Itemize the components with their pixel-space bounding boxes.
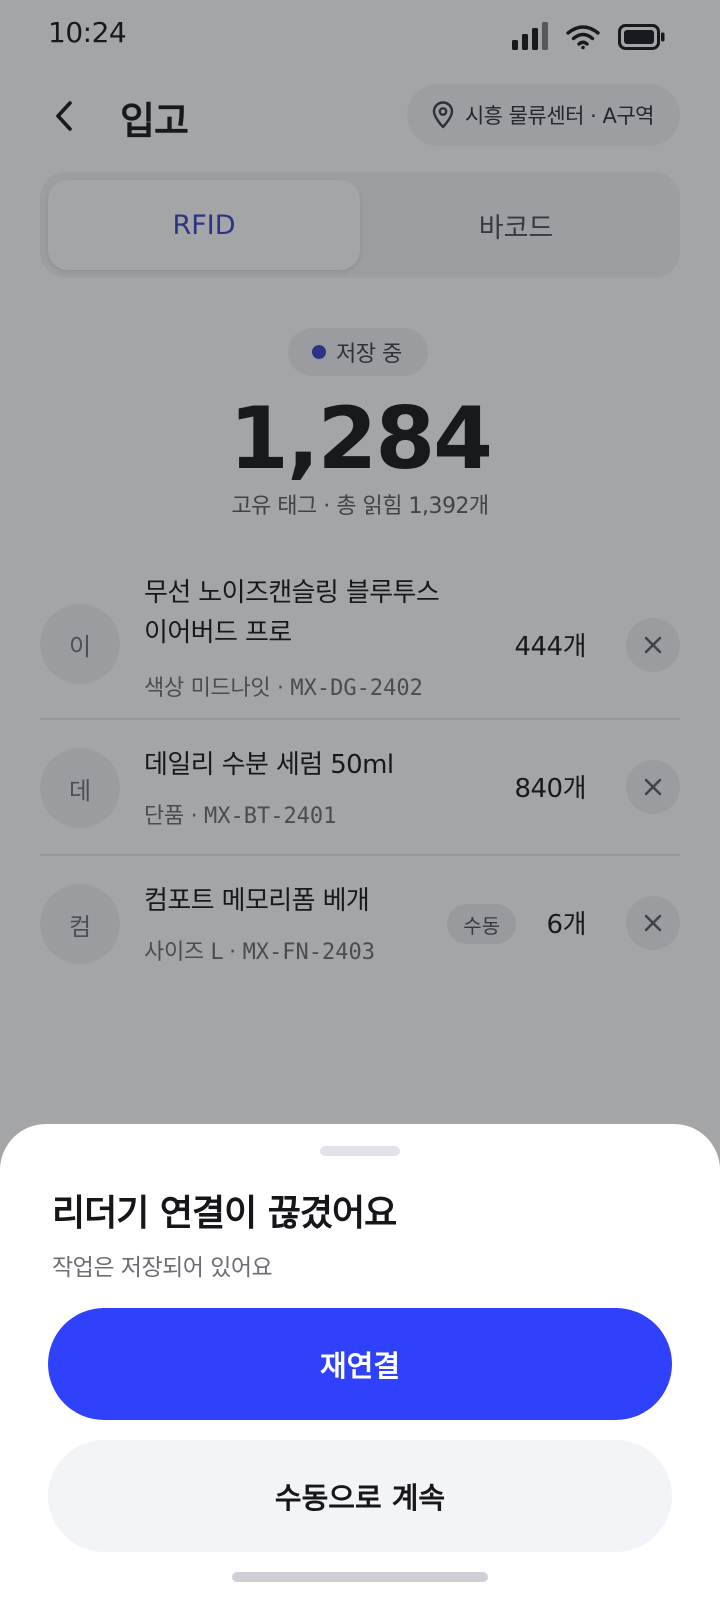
home-indicator (232, 1572, 488, 1582)
reconnect-button[interactable]: 재연결 (48, 1308, 672, 1420)
sheet-title: 리더기 연결이 끊겼어요 (52, 1193, 397, 1234)
sheet-subtitle: 작업은 저장되어 있어요 (52, 1255, 273, 1281)
reader-disconnected-sheet: 리더기 연결이 끊겼어요 작업은 저장되어 있어요 재연결 수동으로 계속 (0, 1124, 720, 1600)
sheet-drag-handle[interactable] (320, 1146, 400, 1156)
screen: 10:24 입고 시흥 물류센터 · A구역 RFID 바코드 저장 중 1,2… (0, 0, 720, 1600)
continue-manually-button[interactable]: 수동으로 계속 (48, 1440, 672, 1552)
